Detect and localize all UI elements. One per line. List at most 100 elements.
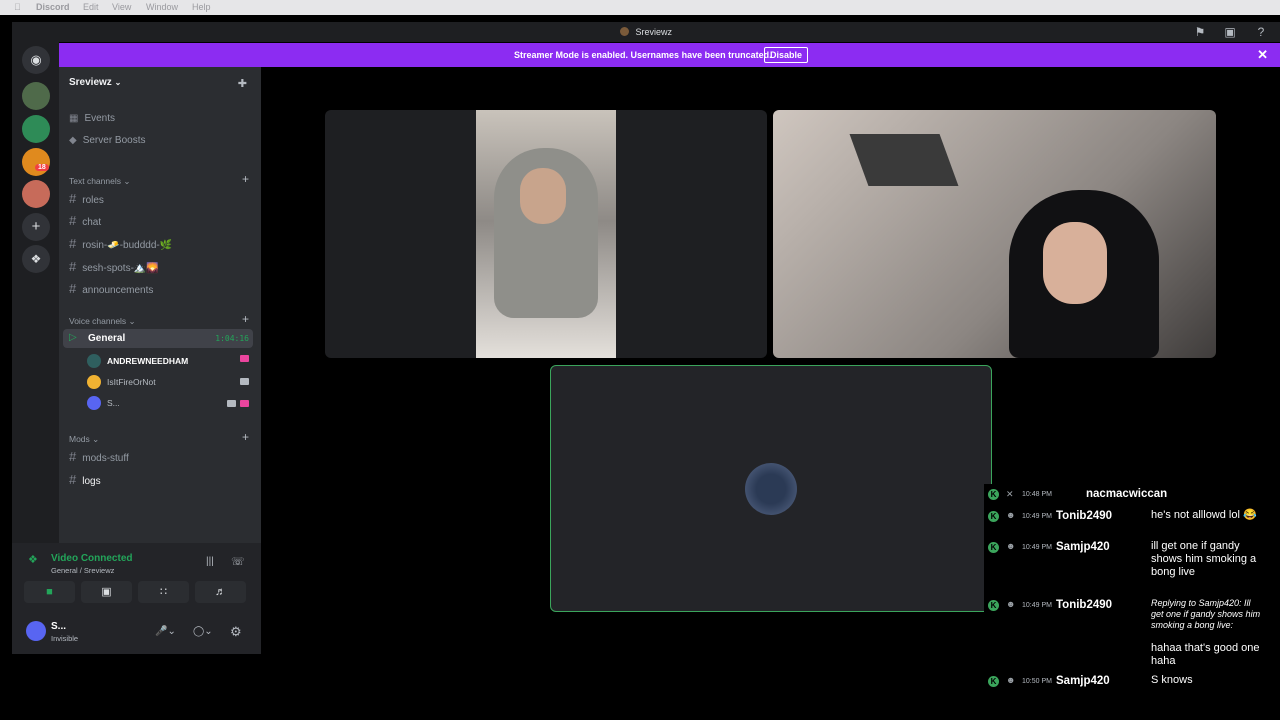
server-sreviewz-icon[interactable]: [22, 82, 50, 110]
window-light: [849, 134, 959, 186]
activities-icon: ∷: [160, 586, 167, 598]
menu-view[interactable]: View: [112, 0, 131, 15]
kick-badge-icon: K: [988, 511, 999, 522]
screen-share-button[interactable]: ▣: [81, 581, 132, 603]
add-mods-channel-icon[interactable]: +: [242, 430, 249, 444]
activities-button[interactable]: ∷: [138, 581, 189, 603]
settings-gear-icon[interactable]: ⚙: [230, 624, 242, 640]
speaker-icon: ▷: [69, 332, 77, 343]
voice-location[interactable]: General / Sreviewz: [51, 566, 114, 575]
hash-icon: #: [69, 236, 77, 251]
channel-announcements[interactable]: # announcements: [69, 279, 153, 299]
kick-badge-icon: K: [988, 489, 999, 500]
avatar: [745, 463, 797, 515]
signal-icon: ❖: [28, 554, 38, 566]
screen-icon[interactable]: ▣: [1223, 25, 1237, 39]
voice-user[interactable]: S...: [87, 395, 120, 411]
hash-icon: #: [69, 472, 77, 487]
server-avatar-icon[interactable]: [22, 180, 50, 208]
add-server-icon[interactable]: +: [22, 213, 50, 241]
hash-icon: #: [69, 213, 77, 228]
face: [1043, 222, 1107, 304]
events-item[interactable]: ▦ Events: [69, 109, 115, 129]
window-title: Sreviewz: [12, 27, 1280, 37]
face: [520, 168, 566, 224]
add-voice-channel-icon[interactable]: +: [242, 312, 249, 326]
avatar[interactable]: [26, 621, 46, 641]
stream-icon: [240, 355, 249, 362]
menu-edit[interactable]: Edit: [83, 0, 99, 15]
server-icon: [619, 27, 629, 36]
kick-badge-icon: K: [988, 600, 999, 611]
server-boosts-item[interactable]: ◆ Server Boosts: [69, 131, 146, 151]
text-channels-category[interactable]: Text channels ⌄: [69, 176, 130, 187]
calendar-icon: ▦: [69, 113, 79, 124]
avatar: [87, 354, 101, 368]
menu-help[interactable]: Help: [192, 0, 211, 15]
video-tile[interactable]: [325, 110, 767, 358]
channel-mods-stuff[interactable]: # mods-stuff: [69, 447, 129, 467]
avatar: [87, 375, 101, 389]
disable-streamer-mode-button[interactable]: Disable: [764, 47, 808, 63]
explore-icon[interactable]: ❖: [22, 245, 50, 273]
avatar: [87, 396, 101, 410]
server-leaf-icon[interactable]: [22, 115, 50, 143]
voice-channels-category[interactable]: Voice channels ⌄: [69, 316, 136, 327]
banner-message: Streamer Mode is enabled. Usernames have…: [514, 50, 772, 60]
headphones-icon[interactable]: ◯⌄: [193, 626, 213, 637]
user-icon: ☻: [1006, 599, 1016, 609]
app-menu[interactable]: Discord: [36, 0, 70, 15]
server-orange-icon[interactable]: [22, 148, 50, 176]
hash-icon: #: [69, 449, 77, 464]
video-tile-speaking[interactable]: [550, 365, 992, 612]
noise-suppression-icon[interactable]: |||: [206, 556, 214, 567]
channel-chat[interactable]: # chat: [69, 211, 101, 231]
close-banner-icon[interactable]: ✕: [1257, 47, 1268, 63]
video-tile[interactable]: [773, 110, 1216, 358]
inbox-flag-icon[interactable]: ⚑: [1193, 25, 1207, 39]
video-feed: [476, 110, 616, 358]
user-icon: ✕: [1006, 489, 1014, 499]
video-icon: [227, 400, 236, 407]
channel-roles[interactable]: # roles: [69, 189, 104, 209]
voice-status[interactable]: Video Connected: [51, 553, 133, 564]
chevron-down-icon: ⌄: [114, 78, 122, 87]
kick-badge-icon: K: [988, 542, 999, 553]
mods-category[interactable]: Mods ⌄: [69, 434, 99, 445]
streamer-mode-banner: Streamer Mode is enabled. Usernames have…: [59, 43, 1280, 67]
kick-badge-icon: K: [988, 676, 999, 687]
channel-rosin[interactable]: # rosin-🧈-budddd-🌿: [69, 234, 172, 254]
camera-button[interactable]: ■: [24, 581, 75, 603]
hash-icon: #: [69, 191, 77, 206]
boost-icon: ◆: [69, 135, 77, 146]
soundboard-icon: ♬: [215, 586, 226, 598]
user-icon: ☻: [1006, 675, 1016, 685]
stream-icon: [240, 400, 249, 407]
user-name[interactable]: S...: [51, 621, 66, 632]
voice-channel-general[interactable]: ▷ General 1:04:16: [63, 329, 253, 348]
user-icon: ☻: [1006, 510, 1016, 520]
add-channel-icon[interactable]: +: [242, 172, 249, 186]
video-icon: [240, 378, 249, 385]
user-icon: ☻: [1006, 541, 1016, 551]
channel-sesh-spots[interactable]: # sesh-spots-🏔️🌄: [69, 257, 159, 277]
soundboard-button[interactable]: ♬: [195, 581, 246, 603]
reply-preview: Replying to Samjp420: Ill get one if gan…: [1151, 598, 1261, 630]
menu-window[interactable]: Window: [146, 0, 178, 15]
apple-menu-icon[interactable]: : [14, 0, 21, 15]
invite-people-icon[interactable]: ✚: [238, 77, 247, 90]
camera-icon: ■: [46, 586, 53, 598]
voice-user[interactable]: ANDREWNEEDHAM: [87, 353, 188, 369]
voice-user-panel: ❖ Video Connected General / Sreviewz |||…: [12, 543, 261, 654]
hash-icon: #: [69, 259, 77, 274]
help-icon[interactable]: ?: [1254, 25, 1268, 39]
server-name-header[interactable]: Sreviewz ⌄: [69, 77, 121, 88]
microphone-icon[interactable]: 🎤⌄: [155, 626, 176, 637]
user-status: Invisible: [51, 634, 79, 643]
channel-logs[interactable]: # logs: [69, 470, 101, 490]
discord-home-icon[interactable]: ◉: [22, 46, 50, 74]
hash-icon: #: [69, 281, 77, 296]
disconnect-icon[interactable]: ☏: [231, 555, 245, 568]
screen-share-icon: ▣: [101, 586, 112, 598]
voice-user[interactable]: IsItFireOrNot: [87, 374, 156, 390]
